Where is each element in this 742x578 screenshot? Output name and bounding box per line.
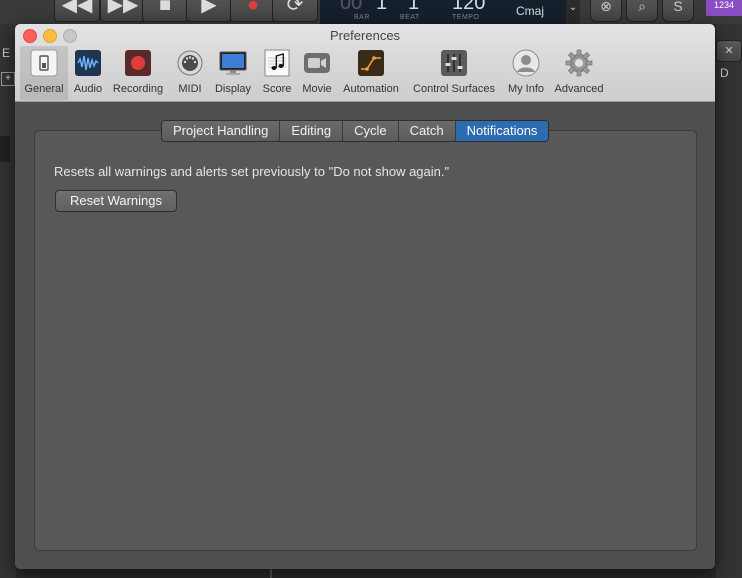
toolbar-my-info-label: My Info xyxy=(507,83,545,95)
toolbar-display[interactable]: Display xyxy=(211,46,255,100)
toolbar-audio-label: Audio xyxy=(73,83,103,95)
toolbar-audio[interactable]: Audio xyxy=(68,46,108,100)
record-transport-button[interactable]: ● xyxy=(230,0,276,22)
cycle-icon: ⟳ xyxy=(286,0,304,16)
toolbar-midi[interactable]: MIDI xyxy=(173,46,207,100)
lcd-beat-label: BEAT xyxy=(400,14,420,21)
record-icon xyxy=(125,50,151,76)
audio-waveform-icon xyxy=(75,50,101,76)
toolbar-recording[interactable]: Recording xyxy=(108,46,168,100)
toolbar-score[interactable]: Score xyxy=(259,46,295,100)
toolbar-score-label: Score xyxy=(262,83,292,95)
solo-icon: S xyxy=(673,0,683,14)
titlebar: Preferences General Audio Recording MIDI… xyxy=(15,24,715,102)
count-in-badge[interactable]: 1234 xyxy=(706,0,742,16)
solo-button[interactable]: S xyxy=(662,0,694,22)
my-info-icon xyxy=(512,49,540,77)
general-icon xyxy=(30,49,58,77)
score-icon xyxy=(264,49,290,77)
record-icon: ● xyxy=(246,0,260,16)
reset-warnings-button[interactable]: Reset Warnings xyxy=(55,190,177,212)
fast-forward-button[interactable]: ▶▶ xyxy=(100,0,146,22)
play-icon: ▶ xyxy=(201,0,217,16)
rewind-button[interactable]: ◀◀ xyxy=(54,0,100,22)
toolbar-general-label: General xyxy=(24,83,64,95)
circle-x-icon: ⊗ xyxy=(600,0,612,14)
lcd-beat-value: 1 xyxy=(408,0,420,14)
close-panel-button[interactable]: ✕ xyxy=(716,40,742,62)
add-track-button[interactable]: + xyxy=(1,72,15,86)
tab-cycle[interactable]: Cycle xyxy=(343,121,399,141)
toolbar-control-surfaces-label: Control Surfaces xyxy=(413,83,495,95)
rewind-icon: ◀◀ xyxy=(61,0,93,16)
toolbar-my-info[interactable]: My Info xyxy=(503,46,549,100)
toolbar-automation[interactable]: Automation xyxy=(337,46,405,100)
midi-icon xyxy=(177,50,203,76)
left-sidebar-strip: E + xyxy=(0,24,16,578)
tab-editing[interactable]: Editing xyxy=(280,121,344,141)
control-surfaces-icon xyxy=(441,50,467,76)
lcd-ghost-digits: 00 xyxy=(340,0,363,14)
play-button[interactable]: ▶ xyxy=(186,0,232,22)
fast-forward-icon: ▶▶ xyxy=(107,0,139,16)
display-icon xyxy=(219,51,247,75)
search-button[interactable]: ⌕ xyxy=(626,0,658,22)
lcd-tempo-label: TEMPO xyxy=(452,14,480,21)
search-icon: ⌕ xyxy=(638,0,646,14)
lcd-key-value: Cmaj xyxy=(516,4,545,18)
lcd-display[interactable]: 00 1 1 120 BAR BEAT TEMPO Cmaj xyxy=(320,0,566,24)
automation-icon xyxy=(358,50,384,76)
lcd-tempo-value: 120 xyxy=(452,0,486,14)
stop-icon: ■ xyxy=(158,0,172,16)
track-header-block xyxy=(0,136,10,162)
toolbar-movie[interactable]: Movie xyxy=(297,46,337,100)
project-tabs: Project Handling Editing Cycle Catch Not… xyxy=(161,120,550,142)
edit-menu-label[interactable]: E xyxy=(2,46,10,60)
tab-catch[interactable]: Catch xyxy=(398,121,456,141)
stop-all-button[interactable]: ⊗ xyxy=(590,0,622,22)
right-sidebar-strip: ✕ D xyxy=(716,24,742,578)
window-title: Preferences xyxy=(329,28,401,43)
lcd-menu-button[interactable]: ⌄ xyxy=(566,0,580,24)
reset-warnings-description: Resets all warnings and alerts set previ… xyxy=(54,164,450,179)
toolbar-automation-label: Automation xyxy=(343,83,399,95)
lcd-bar-value: 1 xyxy=(376,0,388,14)
stop-button[interactable]: ■ xyxy=(142,0,188,22)
movie-icon xyxy=(304,53,330,73)
lcd-bar-label: BAR xyxy=(354,14,370,21)
tab-project-handling[interactable]: Project Handling xyxy=(162,121,281,141)
cycle-button[interactable]: ⟳ xyxy=(272,0,318,22)
right-panel-label: D xyxy=(720,66,729,80)
toolbar-midi-label: MIDI xyxy=(178,83,202,95)
toolbar-advanced-label: Advanced xyxy=(554,83,604,95)
tab-notifications[interactable]: Notifications xyxy=(455,121,549,141)
toolbar-recording-label: Recording xyxy=(112,83,164,95)
toolbar-advanced[interactable]: Advanced xyxy=(551,46,607,100)
toolbar-movie-label: Movie xyxy=(302,83,332,95)
gear-icon xyxy=(565,49,593,77)
chevron-down-icon: ⌄ xyxy=(568,2,578,13)
background-control-bar: ◀◀ ▶▶ ■ ▶ ● ⟳ 00 1 1 120 BAR BEAT TEMPO … xyxy=(0,0,742,24)
toolbar-display-label: Display xyxy=(214,83,252,95)
toolbar-control-surfaces[interactable]: Control Surfaces xyxy=(407,46,501,100)
preferences-window: Preferences General Audio Recording MIDI… xyxy=(15,24,715,569)
toolbar-general[interactable]: General xyxy=(20,46,68,100)
divider xyxy=(270,568,272,578)
